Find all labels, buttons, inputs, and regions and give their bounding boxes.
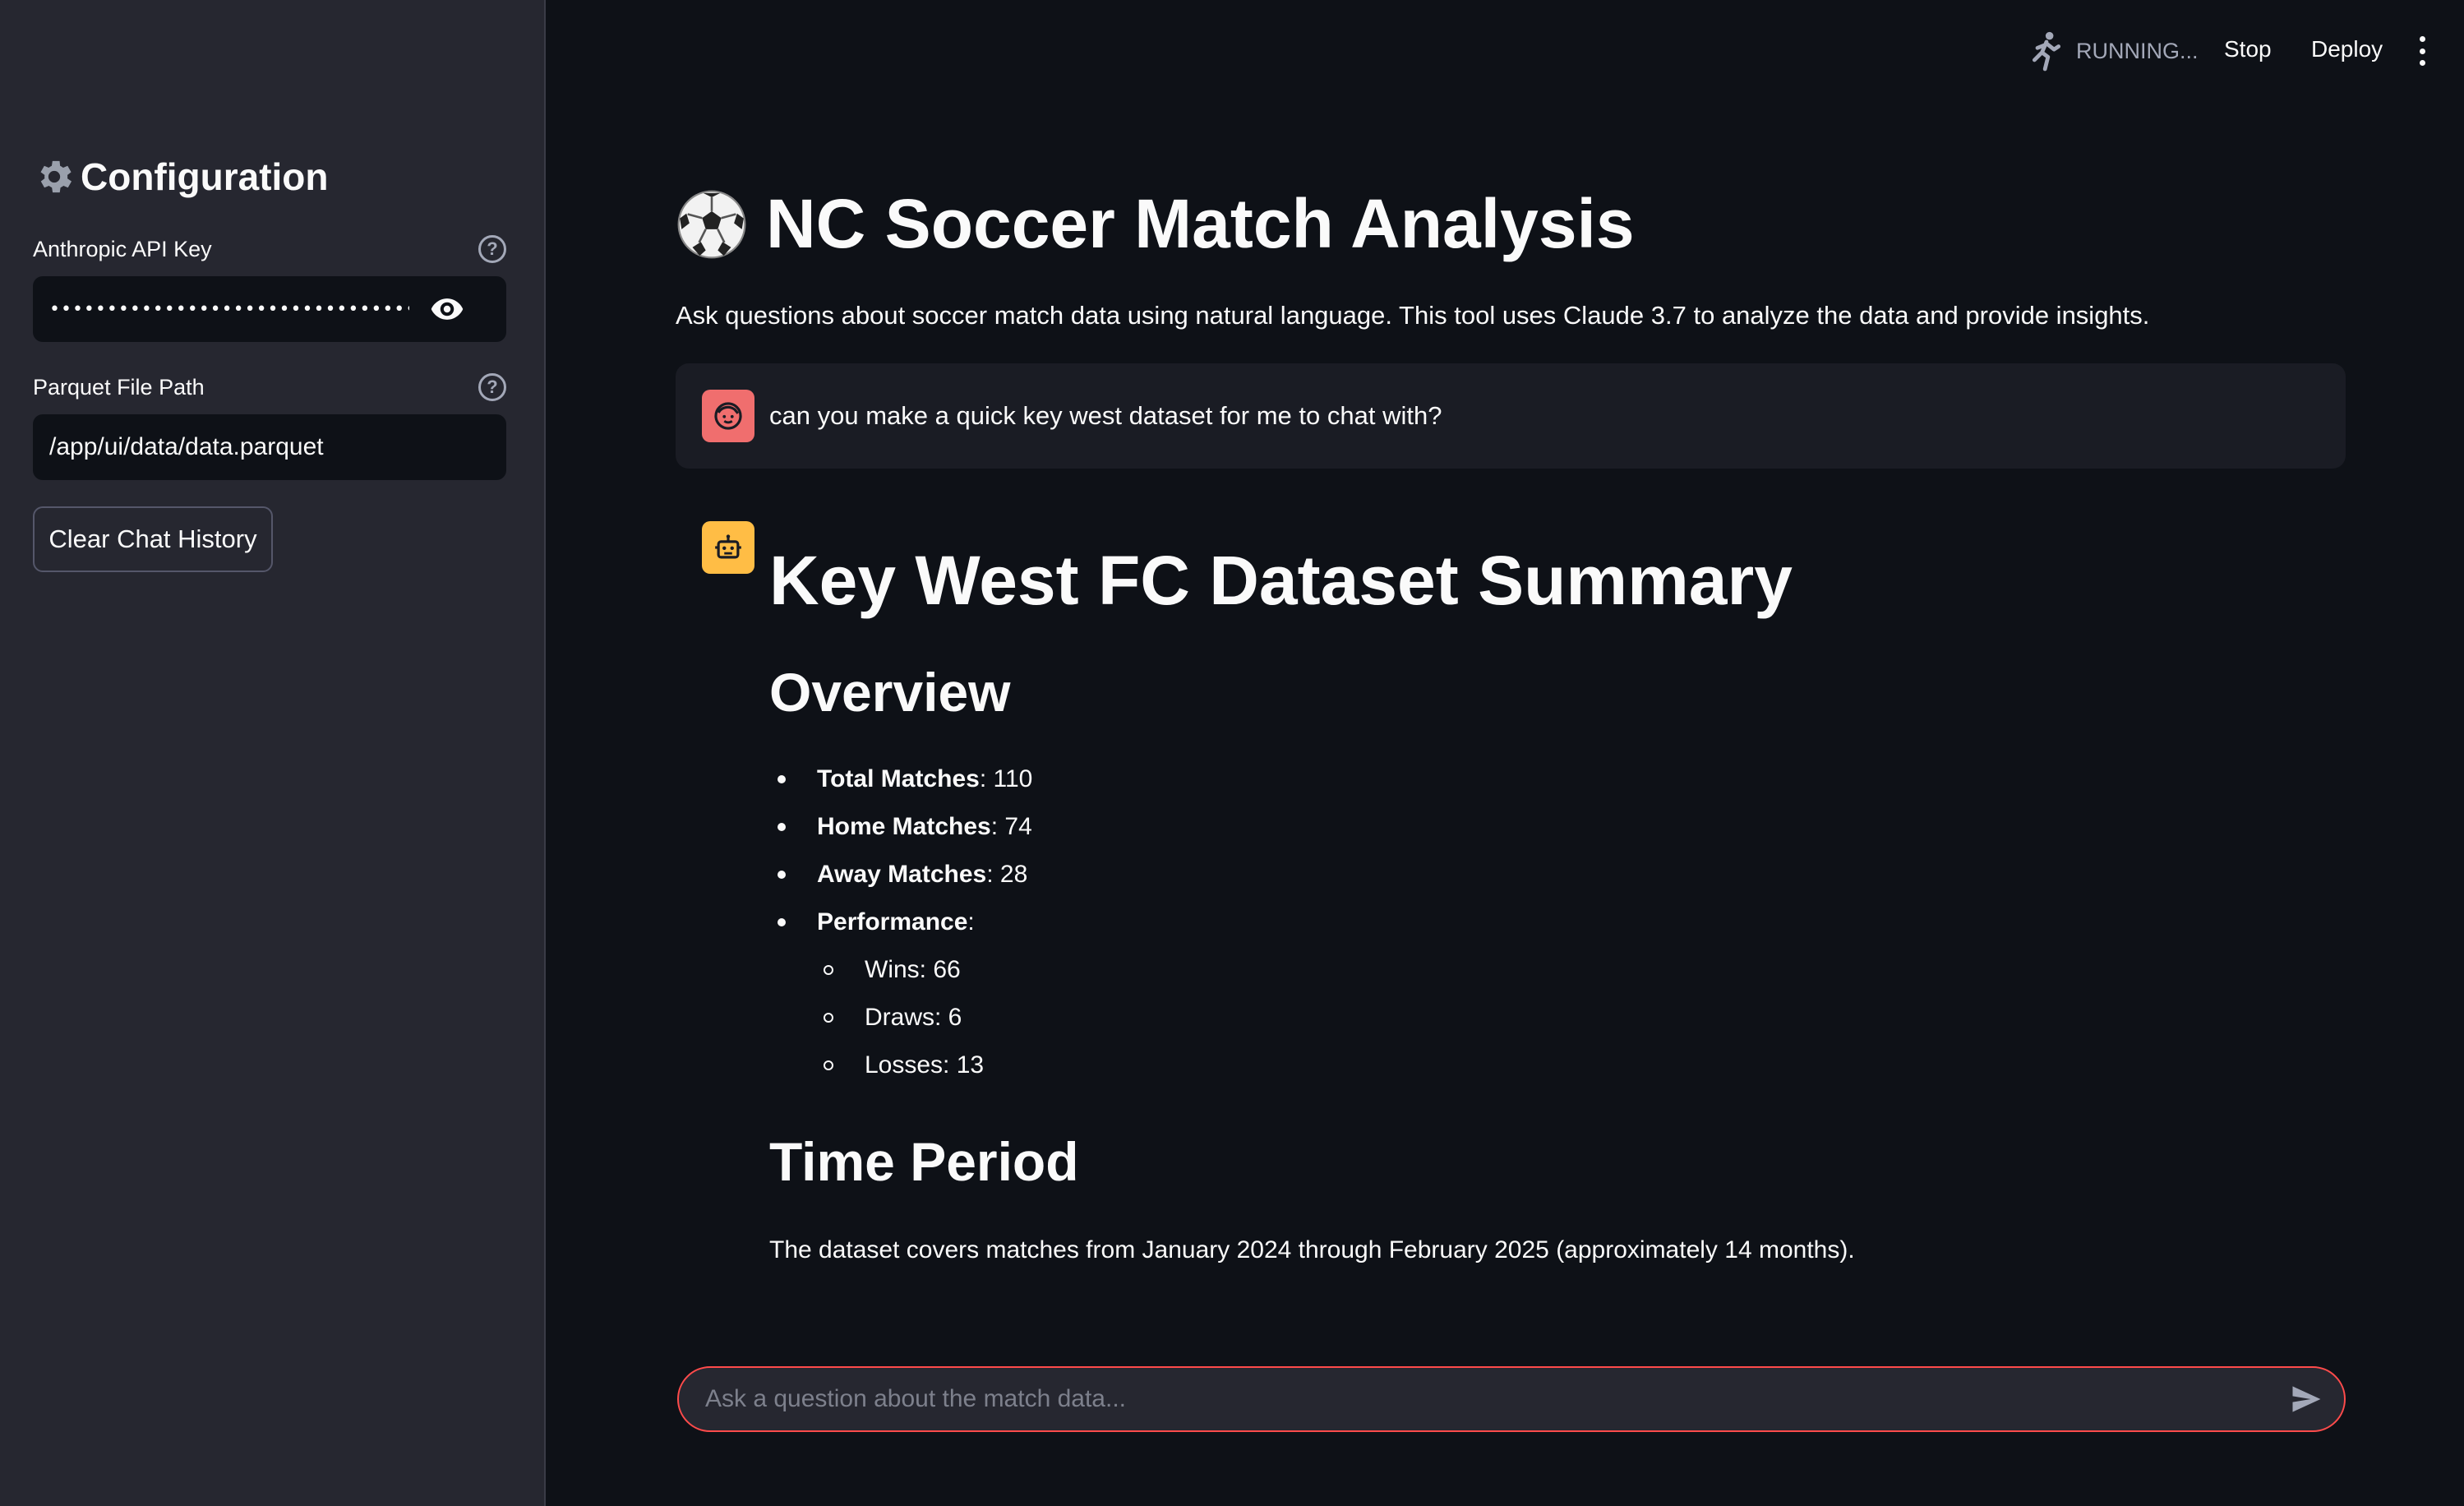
- assistant-avatar: [702, 521, 754, 574]
- user-face-icon: [714, 402, 742, 430]
- send-icon[interactable]: [2288, 1381, 2324, 1417]
- soccer-ball-icon: [677, 190, 746, 258]
- user-chat-message: can you make a quick key west dataset fo…: [676, 363, 2346, 469]
- list-item-label: Performance: [817, 908, 968, 935]
- robot-icon: [715, 534, 741, 559]
- chat-input[interactable]: [705, 1385, 2288, 1413]
- list-item-value: : 74: [990, 812, 1032, 840]
- more-menu-icon[interactable]: [2416, 36, 2428, 66]
- running-status: RUNNING...: [2028, 30, 2199, 72]
- sidebar: Configuration Anthropic API Key ? ••••••…: [0, 0, 546, 1506]
- time-period-text: The dataset covers matches from January …: [769, 1236, 1855, 1263]
- list-item-value: :: [967, 908, 975, 935]
- clear-chat-history-button[interactable]: Clear Chat History: [33, 506, 273, 572]
- list-item: Away Matches: 28: [769, 861, 2331, 908]
- list-item-value: : 110: [979, 765, 1033, 792]
- api-key-value[interactable]: ••••••••••••••••••••••••••••••••••••••••…: [49, 299, 409, 320]
- page-description: Ask questions about soccer match data us…: [676, 301, 2150, 330]
- time-period-heading: Time Period: [769, 1130, 1079, 1192]
- list-item-value: : 28: [986, 860, 1028, 888]
- list-item: Home Matches: 74: [769, 813, 2331, 861]
- list-item: Total Matches: 110: [769, 765, 2331, 813]
- help-icon[interactable]: ?: [478, 373, 506, 401]
- assistant-chat-message: Key West FC Dataset Summary Overview Tot…: [769, 543, 2331, 1264]
- page-title-text: NC Soccer Match Analysis: [766, 185, 1635, 262]
- deploy-button[interactable]: Deploy: [2311, 36, 2383, 62]
- parquet-path-value[interactable]: /app/ui/data/data.parquet: [49, 433, 324, 461]
- running-status-text: RUNNING...: [2076, 38, 2199, 63]
- sublist-item: Wins: 66: [817, 956, 2331, 1004]
- api-key-label: Anthropic API Key: [33, 237, 212, 261]
- sublist-item: Draws: 6: [817, 1004, 2331, 1051]
- sidebar-title: Configuration: [33, 155, 329, 199]
- user-avatar: [702, 390, 754, 442]
- overview-list: Total Matches: 110 Home Matches: 74 Away…: [769, 765, 2331, 956]
- eye-icon[interactable]: [429, 291, 465, 327]
- list-item: Performance:: [769, 908, 2331, 956]
- parquet-path-input[interactable]: /app/ui/data/data.parquet: [33, 414, 506, 480]
- api-key-input[interactable]: ••••••••••••••••••••••••••••••••••••••••…: [33, 276, 506, 342]
- performance-sublist: Wins: 66 Draws: 6 Losses: 13: [817, 956, 2331, 1099]
- sidebar-title-text: Configuration: [81, 155, 329, 198]
- list-item-label: Total Matches: [817, 765, 980, 792]
- page-title: NC Soccer Match Analysis: [676, 184, 1635, 264]
- overview-heading: Overview: [769, 662, 1011, 723]
- user-message-text: can you make a quick key west dataset fo…: [769, 401, 1442, 430]
- help-icon[interactable]: ?: [478, 235, 506, 263]
- list-item-label: Home Matches: [817, 812, 991, 840]
- stop-button[interactable]: Stop: [2224, 36, 2272, 62]
- gear-icon: [40, 160, 72, 193]
- sublist-item: Losses: 13: [817, 1051, 2331, 1099]
- running-figure-icon: [2032, 31, 2061, 72]
- assistant-heading: Key West FC Dataset Summary: [769, 542, 1793, 619]
- parquet-path-label: Parquet File Path: [33, 375, 205, 400]
- chat-input-container[interactable]: [677, 1366, 2346, 1432]
- list-item-label: Away Matches: [817, 860, 987, 888]
